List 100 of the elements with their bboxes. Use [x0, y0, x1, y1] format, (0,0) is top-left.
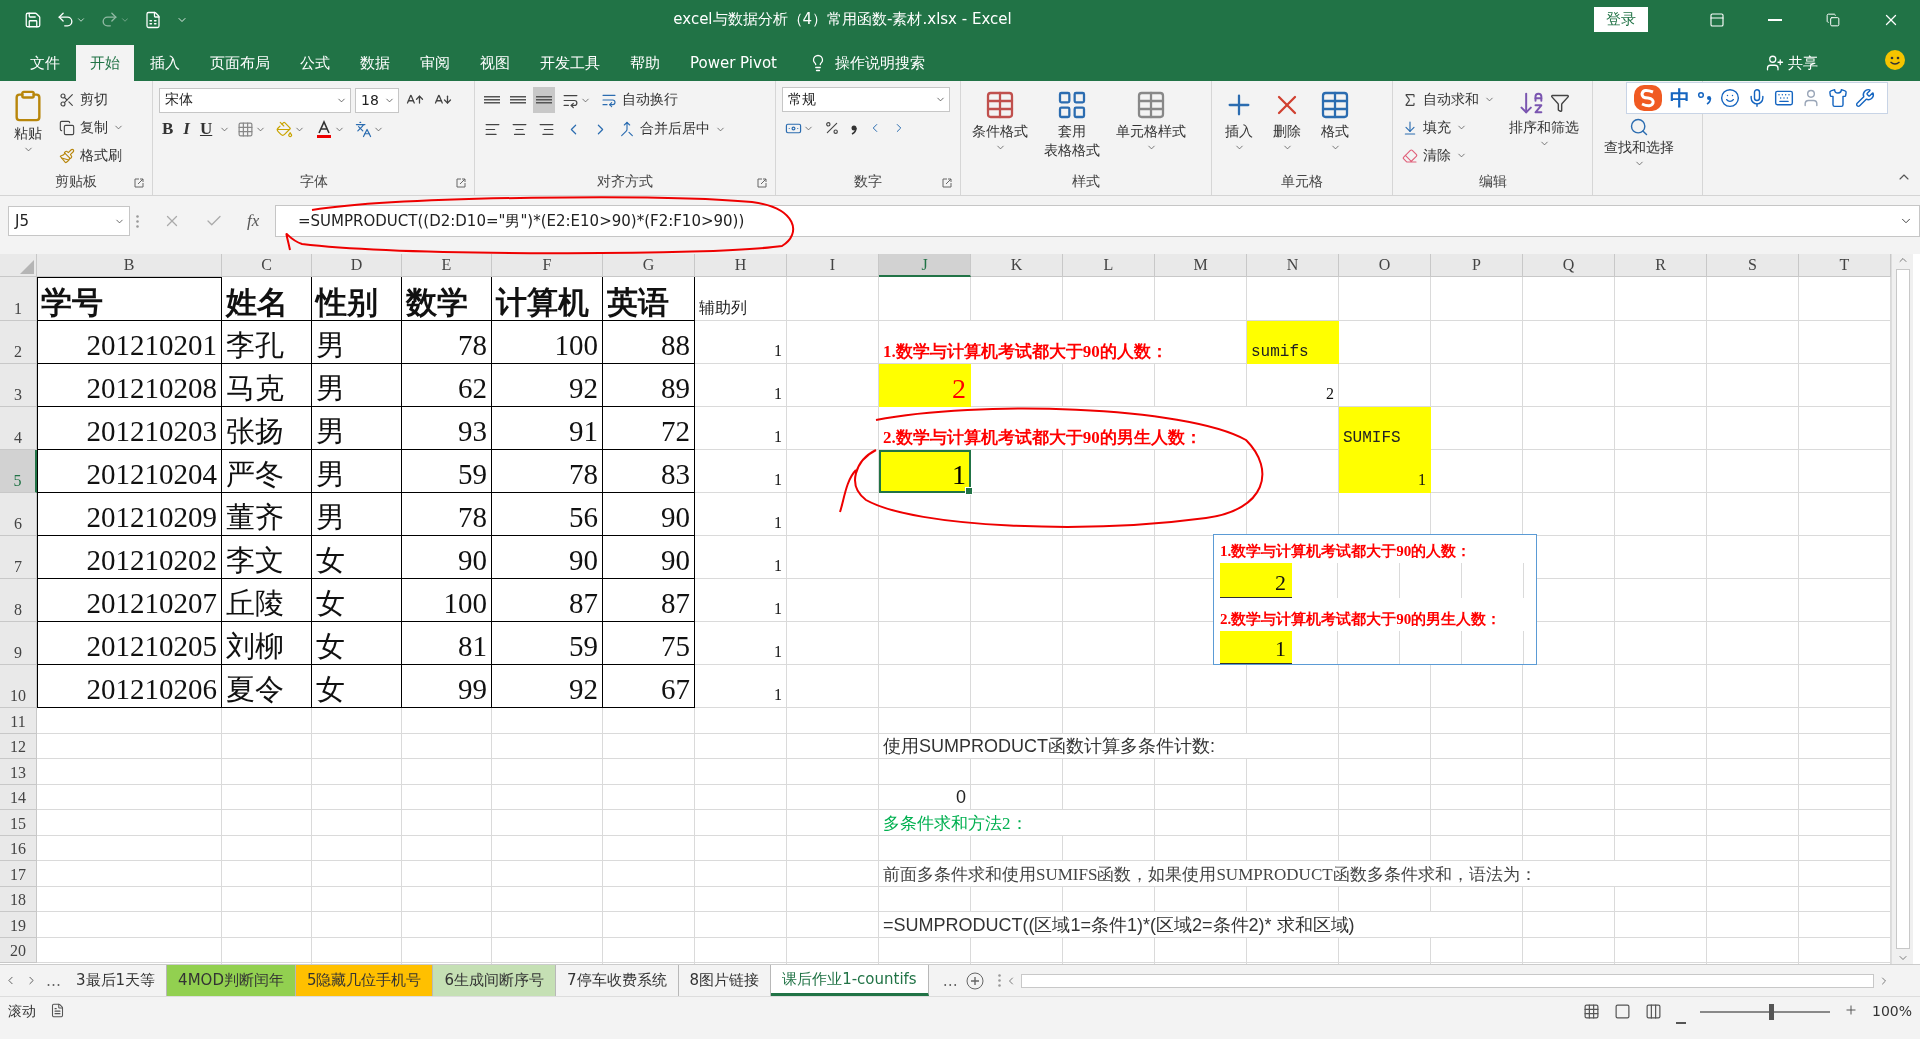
ribbon-tab[interactable]: 视图 — [466, 45, 524, 81]
row-header[interactable]: 13 — [0, 759, 37, 785]
row-header[interactable]: 9 — [0, 622, 37, 665]
dialog-launcher-icon[interactable] — [134, 178, 144, 188]
column-header[interactable]: G — [603, 254, 695, 277]
italic-button[interactable]: I — [180, 116, 193, 142]
insert-button[interactable]: 插入 — [1218, 87, 1260, 169]
formula-field[interactable]: =SUMPRODUCT((D2:D10="男")*(E2:E10>90)*(F2:F10>90)) — [275, 205, 1920, 237]
macro-record-icon[interactable] — [50, 1003, 65, 1018]
row-header[interactable]: 19 — [0, 912, 37, 938]
ribbon-tab[interactable]: 页面布局 — [196, 45, 284, 81]
row-header[interactable]: 16 — [0, 835, 37, 861]
ribbon-tab[interactable]: 帮助 — [616, 45, 674, 81]
format-as-table-button[interactable]: 套用 表格格式 — [1039, 87, 1105, 169]
column-header[interactable]: J — [879, 254, 971, 277]
column-header[interactable]: R — [1615, 254, 1707, 277]
column-header[interactable]: M — [1155, 254, 1247, 277]
microphone-icon[interactable] — [1747, 88, 1767, 108]
sheet-tab[interactable]: 6生成间断序号 — [433, 965, 557, 996]
column-header[interactable]: B — [37, 254, 222, 277]
input-mode-toggle[interactable]: 中 — [1670, 84, 1690, 112]
keyboard-icon[interactable] — [1774, 88, 1794, 108]
column-header[interactable]: K — [971, 254, 1063, 277]
font-size-field[interactable]: 18 — [355, 87, 399, 113]
row-header[interactable]: 4 — [0, 407, 37, 450]
column-header[interactable]: O — [1339, 254, 1431, 277]
zoom-level[interactable]: 100% — [1871, 1003, 1912, 1019]
column-header[interactable]: I — [787, 254, 879, 277]
cut-button[interactable]: 剪切 — [56, 87, 127, 112]
fill-button[interactable]: 填充 — [1399, 115, 1498, 140]
login-button[interactable]: 登录 — [1594, 7, 1648, 32]
merge-center-button[interactable]: 合并后居中 — [616, 116, 729, 142]
autosum-button[interactable]: 自动求和 — [1399, 87, 1498, 112]
row-header[interactable]: 6 — [0, 493, 37, 536]
column-header[interactable]: F — [492, 254, 603, 277]
paste-button[interactable]: 粘贴 — [6, 87, 50, 169]
row-header[interactable]: 7 — [0, 536, 37, 579]
cell-styles-button[interactable]: 单元格样式 — [1111, 87, 1191, 169]
shirt-icon[interactable] — [1828, 88, 1848, 108]
sort-filter-button[interactable]: 排序和筛选 — [1504, 87, 1584, 169]
page-break-icon[interactable] — [1644, 1003, 1662, 1020]
format-button[interactable]: 格式 — [1314, 87, 1356, 169]
ribbon-tab[interactable]: 公式 — [286, 45, 344, 81]
align-bottom-button[interactable] — [533, 87, 555, 113]
format-painter-button[interactable]: 格式刷 — [56, 143, 127, 168]
sheet-tab[interactable]: 5隐藏几位手机号 — [295, 965, 434, 996]
column-header[interactable]: C — [222, 254, 312, 277]
dialog-launcher-icon[interactable] — [757, 178, 767, 188]
dialog-launcher-icon[interactable] — [456, 178, 466, 188]
column-header[interactable]: E — [402, 254, 492, 277]
sheet-tab[interactable]: 课后作业1-countifs — [771, 965, 929, 996]
delete-button[interactable]: 删除 — [1266, 87, 1308, 169]
ribbon-tab[interactable]: Power Pivot — [676, 45, 791, 81]
ribbon-tab[interactable]: 开发工具 — [526, 45, 614, 81]
name-box[interactable]: J5 — [8, 206, 130, 236]
column-header[interactable]: L — [1063, 254, 1155, 277]
ribbon-tab[interactable]: 开始 — [76, 45, 134, 81]
ribbon-tab[interactable]: 文件 — [16, 45, 74, 81]
ribbon-tab[interactable]: 数据 — [346, 45, 404, 81]
row-header[interactable]: 3 — [0, 364, 37, 407]
page-layout-icon[interactable] — [1613, 1003, 1631, 1020]
smiley-icon[interactable] — [1884, 49, 1906, 71]
find-select-button[interactable]: 查找和选择 — [1599, 115, 1679, 195]
conditional-format-button[interactable]: 条件格式 — [967, 87, 1033, 169]
bold-button[interactable]: B — [159, 116, 177, 142]
sheet-tab[interactable]: 4MOD判断闰年 — [167, 965, 296, 996]
number-format-field[interactable]: 常规 — [782, 87, 950, 112]
row-header[interactable]: 18 — [0, 886, 37, 912]
font-name-field[interactable]: 宋体 — [159, 87, 351, 113]
row-header[interactable]: 10 — [0, 665, 37, 708]
more-sheets-button[interactable]: … — [938, 965, 962, 996]
more-sheets-button[interactable]: … — [42, 965, 65, 996]
column-header[interactable]: S — [1707, 254, 1799, 277]
punctuation-icon[interactable] — [1697, 90, 1713, 106]
share-button[interactable]: 共享 — [1760, 45, 1824, 81]
row-header[interactable]: 1 — [0, 277, 37, 321]
wrap-text-button[interactable]: 自动换行 — [598, 87, 681, 113]
column-header[interactable]: Q — [1523, 254, 1615, 277]
row-header[interactable]: 20 — [0, 937, 37, 963]
row-header[interactable]: 17 — [0, 861, 37, 887]
ribbon-tab[interactable]: 审阅 — [406, 45, 464, 81]
insert-function-button[interactable]: fx — [247, 211, 269, 231]
wrench-icon[interactable] — [1855, 88, 1875, 108]
row-header[interactable]: 2 — [0, 321, 37, 364]
clear-button[interactable]: 清除 — [1399, 143, 1498, 168]
column-header[interactable]: N — [1247, 254, 1339, 277]
underline-button[interactable]: U — [196, 116, 216, 142]
ribbon-tab[interactable]: 插入 — [136, 45, 194, 81]
tell-me-search[interactable]: 操作说明搜索 — [802, 45, 931, 81]
column-header[interactable]: T — [1799, 254, 1891, 277]
smiley-icon[interactable] — [1720, 88, 1740, 108]
row-header[interactable]: 14 — [0, 784, 37, 810]
dialog-launcher-icon[interactable] — [942, 178, 952, 188]
column-header[interactable]: H — [695, 254, 787, 277]
column-header[interactable]: P — [1431, 254, 1523, 277]
row-header[interactable]: 11 — [0, 708, 37, 734]
row-header[interactable]: 5 — [0, 450, 37, 493]
row-header[interactable]: 8 — [0, 579, 37, 622]
minimize-icon[interactable] — [1768, 18, 1782, 21]
row-header[interactable]: 12 — [0, 733, 37, 759]
